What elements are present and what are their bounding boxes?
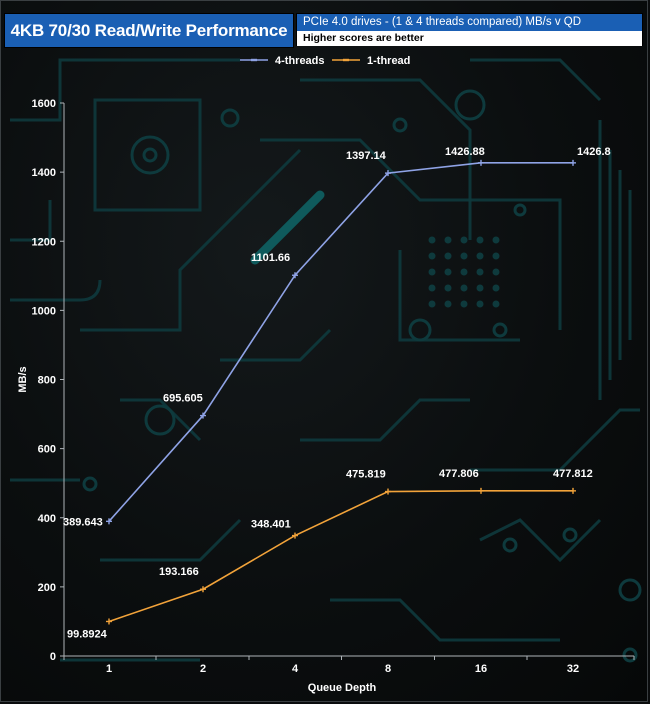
data-label-1-thread: 475.819 — [346, 469, 386, 481]
x-tick-label: 16 — [475, 663, 487, 675]
data-label-4-threads: 1397.14 — [346, 150, 387, 162]
data-label-1-thread: 477.806 — [439, 468, 479, 480]
y-tick-label: 1400 — [32, 167, 56, 179]
x-tick-label: 2 — [200, 663, 206, 675]
series-line-4-threads — [108, 162, 574, 522]
data-label-4-threads: 1426.8 — [577, 146, 611, 158]
legend-label-1-thread: 1-thread — [367, 55, 410, 67]
y-tick-label: 0 — [50, 651, 56, 663]
y-tick-label: 1000 — [32, 305, 56, 317]
x-axis-title: Queue Depth — [308, 682, 377, 694]
y-tick-label: 800 — [38, 375, 56, 387]
data-label-4-threads: 1101.66 — [251, 252, 290, 264]
legend-label-4-threads: 4-threads — [275, 55, 325, 67]
x-tick-label: 8 — [385, 663, 391, 675]
y-tick-label: 200 — [38, 582, 56, 594]
y-axis-title: MB/s — [17, 366, 29, 392]
x-tick-label: 32 — [567, 663, 579, 675]
data-label-4-threads: 1426.88 — [445, 146, 485, 158]
y-tick-label: 1600 — [32, 98, 56, 110]
line-chart: 0 200 400 600 800 1000 1200 1400 1600 1 2 4 8 16 32 Que… — [17, 55, 635, 694]
data-label-4-threads: 695.605 — [163, 393, 203, 405]
data-label-1-thread: 477.812 — [553, 468, 593, 480]
data-label-4-threads: 389.643 — [63, 516, 103, 528]
data-label-1-thread: 193.166 — [159, 566, 199, 578]
x-tick-label: 4 — [292, 663, 299, 675]
data-label-1-thread: 348.401 — [251, 519, 291, 531]
y-tick-label: 400 — [38, 513, 56, 525]
data-label-1-thread: 99.8924 — [67, 628, 108, 640]
series-line-1-thread — [108, 490, 574, 623]
y-tick-label: 1200 — [32, 236, 56, 248]
x-tick-label: 1 — [106, 663, 112, 675]
y-tick-label: 600 — [38, 444, 56, 456]
